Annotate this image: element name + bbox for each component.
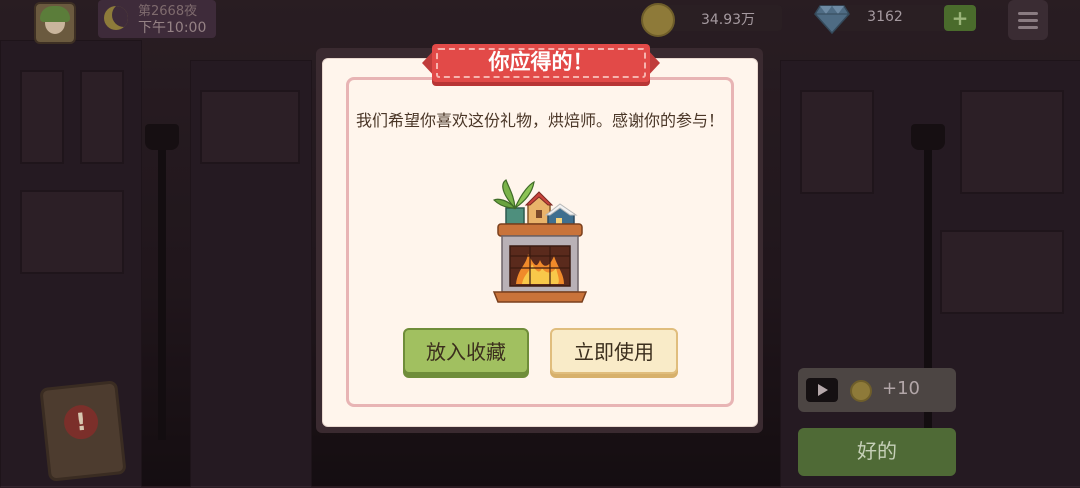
menu-icon-line bbox=[1018, 26, 1038, 29]
menu-icon-line bbox=[1018, 19, 1038, 22]
moon-icon bbox=[104, 6, 128, 30]
exclamation-icon: ! bbox=[62, 403, 100, 441]
fireplace-icon bbox=[492, 179, 588, 303]
add-to-collection-button[interactable]: 放入收藏 bbox=[403, 328, 529, 374]
video-play-icon bbox=[806, 378, 838, 402]
night-counter-panel: 第2668夜 下午10:00 bbox=[98, 0, 216, 38]
dialog-message: 我们希望你喜欢这份礼物，烘焙师。感谢你的参与！ bbox=[356, 111, 725, 130]
avatar-hair bbox=[40, 6, 70, 22]
use-now-button[interactable]: 立即使用 bbox=[550, 328, 678, 374]
game-time: 下午10:00 bbox=[138, 20, 207, 36]
add-gems-button[interactable]: + bbox=[944, 5, 976, 31]
ad-reward-amount: +10 bbox=[882, 378, 920, 399]
ok-button[interactable]: 好的 bbox=[798, 428, 956, 476]
dialog-title: 你应得的！ bbox=[488, 50, 594, 74]
dialog-title-ribbon: 你应得的！ bbox=[422, 44, 660, 88]
gem-balance: 3162 bbox=[867, 9, 903, 25]
menu-icon-line bbox=[1018, 12, 1038, 15]
alert-card-button[interactable]: ! bbox=[39, 380, 127, 482]
player-avatar[interactable] bbox=[34, 2, 76, 44]
coin-balance: 34.93万 bbox=[700, 12, 756, 28]
watch-ad-reward-button[interactable]: +10 bbox=[798, 368, 956, 412]
diamond-icon bbox=[814, 5, 850, 34]
coin-icon bbox=[850, 380, 872, 402]
coin-icon bbox=[641, 3, 675, 37]
menu-button[interactable] bbox=[1008, 0, 1048, 40]
